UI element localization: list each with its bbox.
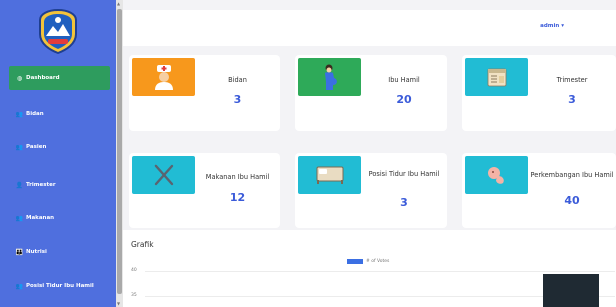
card-label: Bidan [228, 76, 247, 84]
card-bidan[interactable]: Bidan 3 [129, 55, 280, 131]
card-value: 3 [568, 93, 576, 106]
users-icon: 👥 [15, 282, 24, 290]
card-icon-box [298, 156, 361, 194]
card-label: Perkembangan Ibu Hamil [530, 171, 614, 179]
legend-label: # of Votes [366, 259, 390, 264]
card-posisi-tidur[interactable]: Posisi Tidur Ibu Hamil 3 [295, 153, 447, 228]
user-icon: 👤 [15, 181, 24, 189]
sidebar-item-label: Trimester [26, 182, 56, 188]
fork-knife-icon [154, 164, 173, 186]
card-trimester[interactable]: Trimester 3 [462, 55, 616, 131]
sidebar-item-trimester[interactable]: 👤 Trimester [9, 173, 110, 197]
card-perkembangan[interactable]: Perkembangan Ibu Hamil 40 [462, 153, 616, 228]
user-group-icon: 👪 [15, 248, 24, 256]
sidebar-scrollbar[interactable]: ▲ ▼ [116, 0, 123, 307]
gridline [145, 271, 615, 272]
card-ibu-hamil[interactable]: Ibu Hamil 20 [295, 55, 447, 131]
sidebar-item-bidan[interactable]: 👥 Bidan [9, 102, 110, 126]
sidebar-item-pasien[interactable]: 👥 Pasien [9, 135, 110, 159]
card-label: Posisi Tidur Ibu Hamil [368, 170, 440, 178]
app: ◍ Dashboard 👥 Bidan 👥 Pasien 👤 Trimester… [0, 0, 616, 307]
sidebar-item-posisi-tidur[interactable]: 👥 Posisi Tidur Ibu Hamil [9, 274, 110, 298]
sidebar: ◍ Dashboard 👥 Bidan 👥 Pasien 👤 Trimester… [0, 0, 116, 307]
fetus-icon [487, 167, 504, 184]
sidebar-item-nutrisi[interactable]: 👪 Nutrisi [9, 240, 110, 264]
card-value: 12 [229, 191, 246, 204]
chart-panel: Grafik # of Votes 40 35 [123, 230, 616, 307]
sidebar-item-label: Nutrisi [26, 249, 47, 255]
legend-swatch [347, 259, 363, 264]
card-value: 20 [396, 93, 412, 106]
users-icon: 👥 [15, 110, 24, 118]
crest-logo-icon [39, 8, 77, 54]
card-label: Trimester [556, 76, 588, 84]
scroll-down-icon[interactable]: ▼ [117, 301, 120, 306]
sidebar-item-makanan[interactable]: 👥 Makanan [9, 206, 110, 230]
logo[interactable] [0, 0, 116, 62]
users-icon: 👥 [15, 143, 24, 151]
sidebar-item-label: Dashboard [26, 75, 60, 81]
scroll-up-icon[interactable]: ▲ [117, 1, 120, 6]
topbar: admin ▾ [123, 10, 616, 46]
card-icon-box [465, 156, 528, 194]
card-value: 3 [233, 93, 242, 106]
card-value: 40 [564, 194, 580, 207]
y-tick-label: 40 [131, 268, 137, 273]
card-value: 3 [400, 196, 408, 209]
chart-bar [543, 274, 599, 307]
y-tick-label: 35 [131, 293, 137, 298]
sidebar-item-dashboard[interactable]: ◍ Dashboard [9, 66, 110, 90]
pregnant-woman-icon [324, 64, 337, 90]
card-makanan-ibu-hamil[interactable]: Makanan Ibu Hamil 12 [129, 153, 280, 228]
chart-title: Grafik [131, 240, 154, 249]
sidebar-item-label: Pasien [26, 144, 47, 150]
chart-legend[interactable]: # of Votes [347, 259, 389, 264]
nurse-icon [154, 65, 173, 90]
sidebar-item-label: Makanan [26, 215, 55, 221]
card-label: Makanan Ibu Hamil [205, 173, 270, 181]
card-label: Ibu Hamil [388, 76, 420, 84]
card-icon-box [132, 58, 195, 96]
dashboard-icon: ◍ [16, 74, 23, 82]
scrollbar-thumb[interactable] [117, 9, 122, 294]
sidebar-item-label: Bidan [26, 111, 44, 117]
card-icon-box [298, 58, 361, 96]
card-icon-box [465, 58, 528, 96]
bed-icon [316, 166, 343, 184]
sidebar-item-label: Posisi Tidur Ibu Hamil [26, 283, 94, 289]
card-icon-box [132, 156, 195, 194]
calendar-icon [487, 68, 506, 87]
user-menu[interactable]: admin ▾ [540, 23, 564, 29]
users-icon: 👥 [15, 214, 24, 222]
